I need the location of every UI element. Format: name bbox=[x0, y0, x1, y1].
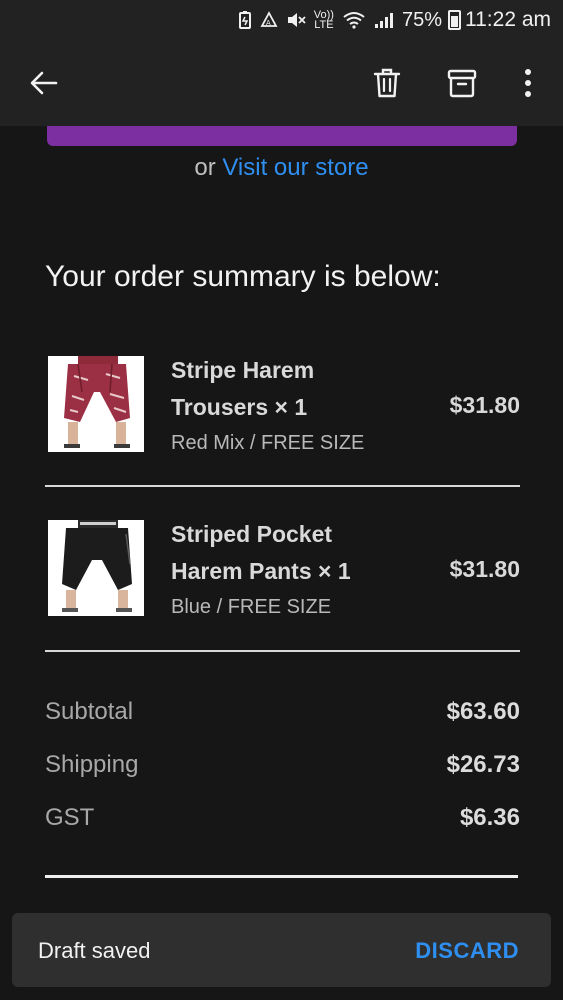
visit-store-link[interactable]: Visit our store bbox=[222, 154, 368, 181]
discard-button[interactable]: DISCARD bbox=[415, 938, 519, 964]
shop-now-button[interactable] bbox=[47, 126, 517, 146]
shipping-value: $26.73 bbox=[446, 751, 520, 778]
item-variant: Blue / FREE SIZE bbox=[171, 596, 332, 618]
delete-button[interactable] bbox=[359, 40, 415, 126]
volte-label: Vo)) LTE bbox=[313, 9, 334, 31]
totals-divider bbox=[45, 875, 518, 878]
clock: 11:22 am bbox=[465, 8, 551, 31]
toolbar bbox=[0, 40, 563, 126]
gst-value: $6.36 bbox=[459, 804, 520, 831]
item-divider bbox=[45, 485, 520, 487]
item-divider bbox=[45, 650, 520, 652]
item-name: Stripe Harem Trousers × 1 bbox=[171, 357, 315, 420]
signal-icon bbox=[374, 13, 393, 28]
item-name: Striped Pocket Harem Pants × 1 bbox=[171, 521, 351, 584]
trash-icon bbox=[373, 68, 401, 98]
archive-button[interactable] bbox=[434, 40, 490, 126]
status-bar: A Vo)) LTE 75% 11:22 am bbox=[0, 0, 563, 40]
subtotal-label: Subtotal bbox=[45, 698, 134, 725]
battery-saver-icon bbox=[238, 11, 251, 29]
order-summary-title: Your order summary is below: bbox=[45, 260, 441, 293]
subtotal-value: $63.60 bbox=[446, 698, 520, 725]
item-variant: Red Mix / FREE SIZE bbox=[171, 432, 365, 454]
wifi-icon bbox=[343, 12, 365, 29]
more-vert-icon bbox=[525, 69, 531, 97]
item-price: $31.80 bbox=[449, 392, 520, 418]
archive-icon bbox=[447, 69, 477, 98]
shipping-label: Shipping bbox=[45, 751, 139, 778]
data-saver-icon: A bbox=[260, 11, 278, 27]
order-item: Striped Pocket Harem Pants × 1 Blue / FR… bbox=[45, 516, 520, 620]
item-price: $31.80 bbox=[449, 556, 520, 582]
email-body: or Visit our store Your order summary is… bbox=[0, 126, 563, 913]
battery-icon bbox=[448, 10, 461, 30]
shipping-row: Shipping $26.73 bbox=[45, 751, 520, 791]
status-icons: A Vo)) LTE bbox=[238, 9, 394, 31]
snackbar: Draft saved DISCARD bbox=[12, 913, 551, 987]
snackbar-message: Draft saved bbox=[38, 938, 151, 963]
product-image-black-pants[interactable] bbox=[48, 520, 144, 616]
order-item: Stripe Harem Trousers × 1 Red Mix / FREE… bbox=[45, 352, 520, 456]
back-button[interactable] bbox=[16, 40, 72, 126]
battery-percent: 75% bbox=[401, 8, 442, 31]
svg-text:A: A bbox=[266, 20, 271, 27]
subtotal-row: Subtotal $63.60 bbox=[45, 698, 520, 738]
product-image-red-trousers[interactable] bbox=[48, 356, 144, 452]
gst-row: GST $6.36 bbox=[45, 804, 520, 844]
mute-icon bbox=[287, 13, 306, 27]
more-options-button[interactable] bbox=[500, 40, 556, 126]
visit-store-line: or Visit our store bbox=[0, 154, 563, 182]
visit-prefix: or bbox=[194, 154, 216, 181]
gst-label: GST bbox=[45, 804, 95, 831]
arrow-left-icon bbox=[30, 71, 58, 95]
